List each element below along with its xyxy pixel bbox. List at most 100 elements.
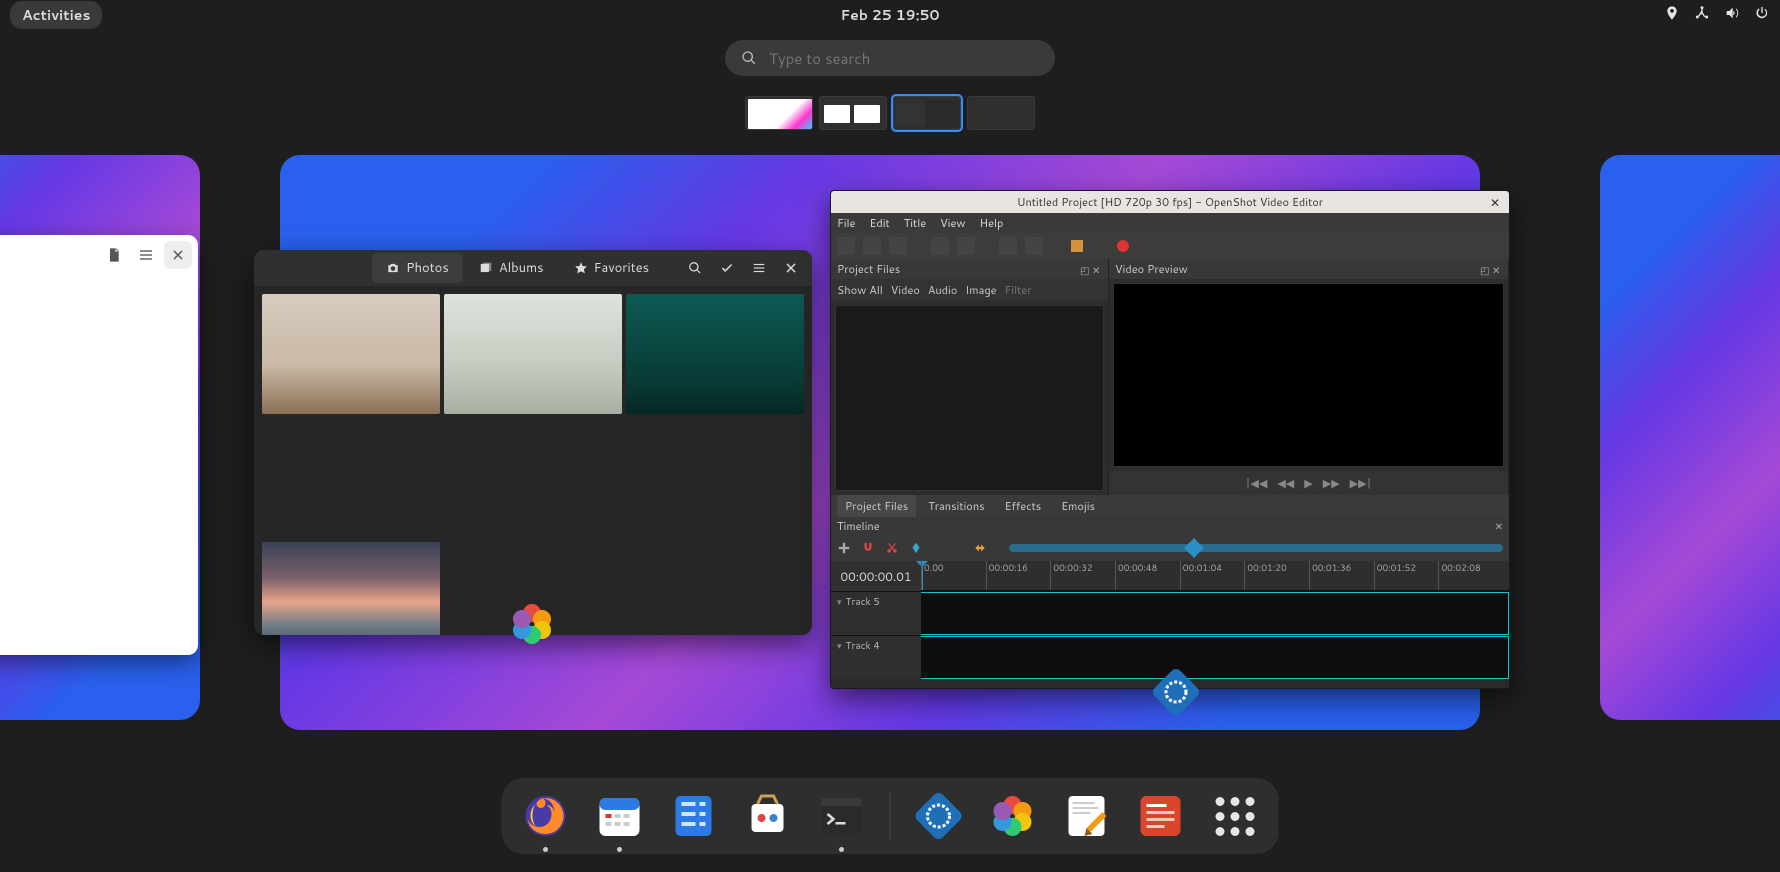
network-icon[interactable]	[1694, 5, 1710, 26]
hamburger-menu-icon[interactable]	[132, 241, 160, 269]
photo-thumbnail[interactable]	[444, 294, 622, 414]
panel-close-icon[interactable]: ✕	[1092, 264, 1102, 274]
play-icon[interactable]: ▶	[1304, 475, 1312, 491]
dock-files[interactable]	[668, 790, 720, 842]
jump-start-icon[interactable]: |◀◀	[1246, 475, 1268, 491]
center-playhead-icon[interactable]	[973, 541, 987, 555]
workspace-thumb-4[interactable]	[967, 96, 1035, 130]
track-label: Track 5	[846, 595, 880, 609]
tab-albums[interactable]: Albums	[465, 253, 558, 283]
system-tray[interactable]	[1664, 5, 1770, 26]
location-icon[interactable]	[1664, 5, 1680, 26]
photo-thumbnail[interactable]	[262, 542, 440, 635]
photos-window[interactable]: Photos Albums Favorites	[254, 250, 812, 635]
zoom-slider-handle[interactable]	[1184, 538, 1204, 558]
workspace-thumb-3[interactable]	[893, 96, 961, 130]
panel-title: Project Files	[837, 261, 900, 277]
close-button[interactable]: ✕	[1487, 194, 1503, 210]
export-icon[interactable]	[1071, 240, 1083, 252]
menu-title[interactable]: Title	[904, 215, 926, 231]
close-button[interactable]	[164, 241, 192, 269]
jump-end-icon[interactable]: ▶▶|	[1350, 475, 1372, 491]
toolbar-button[interactable]	[837, 237, 855, 255]
menu-edit[interactable]: Edit	[869, 215, 889, 231]
panel-undock-icon[interactable]: ◰	[1480, 264, 1490, 274]
menu-help[interactable]: Help	[979, 215, 1003, 231]
track-5[interactable]: Track 5	[831, 591, 1509, 635]
video-preview-panel: Video Preview◰✕ |◀◀ ◀◀ ▶ ▶▶ ▶▶|	[1109, 259, 1509, 495]
photo-thumbnail[interactable]	[626, 294, 804, 414]
tab-favorites[interactable]: Favorites	[560, 253, 663, 283]
panel-close-icon[interactable]: ✕	[1492, 264, 1502, 274]
select-button[interactable]	[712, 253, 742, 283]
volume-icon[interactable]	[1724, 5, 1740, 26]
photos-headerbar: Photos Albums Favorites	[254, 250, 812, 286]
timeline-ruler[interactable]: 0.00 00:00:16 00:00:32 00:00:48 00:01:04…	[921, 561, 1509, 591]
close-button[interactable]	[776, 253, 806, 283]
document-icon[interactable]	[100, 241, 128, 269]
search-input[interactable]	[767, 47, 1039, 70]
workspace-thumb-1[interactable]	[745, 96, 813, 130]
record-icon[interactable]	[1117, 240, 1129, 252]
dock-text-editor[interactable]	[1061, 790, 1113, 842]
track-body[interactable]	[921, 636, 1509, 679]
rewind-icon[interactable]: ◀◀	[1277, 475, 1294, 491]
snap-icon[interactable]	[861, 541, 875, 555]
forward-icon[interactable]: ▶▶	[1323, 475, 1340, 491]
project-files-area[interactable]	[835, 305, 1104, 491]
timeline-label: Timeline	[837, 518, 880, 534]
clock[interactable]: Feb 25 19:50	[840, 5, 939, 25]
preview-viewport[interactable]	[1113, 283, 1504, 467]
dock-terminal[interactable]	[816, 790, 868, 842]
dock-impress[interactable]	[1135, 790, 1187, 842]
star-icon	[574, 261, 588, 275]
dock-openshot[interactable]	[913, 790, 965, 842]
tab-project-files[interactable]: Project Files	[837, 495, 916, 517]
zoom-slider[interactable]	[1009, 544, 1503, 552]
tab-emojis[interactable]: Emojis	[1053, 495, 1103, 517]
filter-input[interactable]: Filter	[1005, 282, 1032, 298]
window-titlebar[interactable]: Untitled Project [HD 720p 30 fps] - Open…	[831, 191, 1509, 213]
dock-calendar[interactable]	[594, 790, 646, 842]
panel-undock-icon[interactable]: ◰	[1080, 264, 1090, 274]
filter-show-all[interactable]: Show All	[837, 282, 883, 298]
photos-app-icon	[508, 600, 556, 648]
tab-effects[interactable]: Effects	[997, 495, 1050, 517]
menu-view[interactable]: View	[940, 215, 965, 231]
workspace-bg-next[interactable]	[1600, 155, 1780, 720]
dock-photos[interactable]	[987, 790, 1039, 842]
toolbar-button[interactable]	[889, 237, 907, 255]
main-toolbar	[831, 233, 1509, 259]
openshot-window[interactable]: Untitled Project [HD 720p 30 fps] - Open…	[830, 190, 1510, 689]
razor-icon[interactable]	[885, 541, 899, 555]
dock-software[interactable]	[742, 790, 794, 842]
toolbar-button[interactable]	[1025, 237, 1043, 255]
text-editor-window[interactable]	[0, 235, 198, 655]
photo-thumbnail[interactable]	[262, 294, 440, 414]
workspace-thumb-2[interactable]	[819, 96, 887, 130]
toolbar-button[interactable]	[931, 237, 949, 255]
filter-image[interactable]: Image	[965, 282, 996, 298]
hamburger-button[interactable]	[744, 253, 774, 283]
dock-show-apps[interactable]	[1209, 790, 1261, 842]
panel-close-icon[interactable]: ✕	[1495, 520, 1503, 534]
activities-button[interactable]: Activities	[10, 1, 102, 29]
search-button[interactable]	[680, 253, 710, 283]
track-body[interactable]	[921, 592, 1509, 635]
window-title: Untitled Project [HD 720p 30 fps] - Open…	[1017, 194, 1323, 210]
add-track-icon[interactable]	[837, 541, 851, 555]
overview-search[interactable]	[725, 40, 1055, 76]
ruler-mark: 0.00	[921, 561, 944, 590]
power-icon[interactable]	[1754, 5, 1770, 26]
toolbar-button[interactable]	[863, 237, 881, 255]
filter-video[interactable]: Video	[891, 282, 920, 298]
tab-photos[interactable]: Photos	[372, 253, 463, 283]
menu-file[interactable]: File	[837, 215, 855, 231]
toolbar-button[interactable]	[999, 237, 1017, 255]
filter-audio[interactable]: Audio	[928, 282, 957, 298]
tab-transitions[interactable]: Transitions	[920, 495, 992, 517]
timecode[interactable]: 00:00:00.01	[831, 561, 921, 591]
dock-firefox[interactable]	[520, 790, 572, 842]
toolbar-button[interactable]	[957, 237, 975, 255]
marker-icon[interactable]	[909, 541, 923, 555]
